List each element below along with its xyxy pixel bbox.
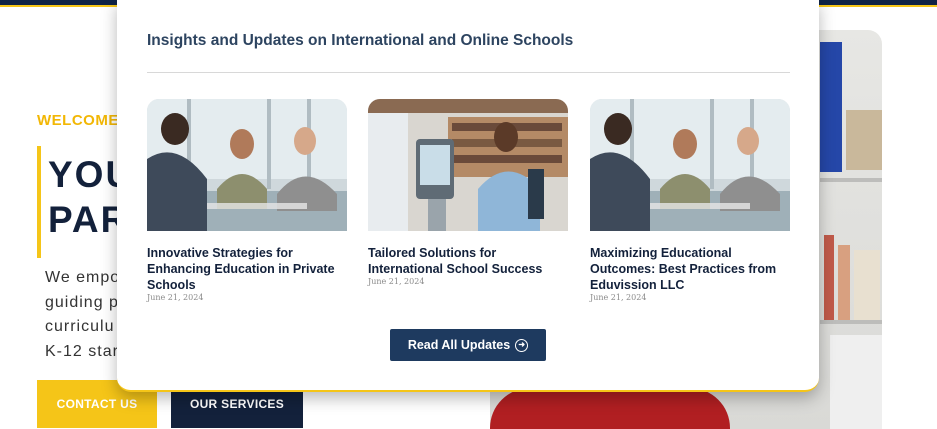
welcome-label: WELCOME <box>37 112 119 129</box>
post-card[interactable]: Maximizing Educational Outcomes: Best Pr… <box>590 99 790 302</box>
arrow-circle-right-icon: ➜ <box>515 338 529 352</box>
post-card[interactable]: Tailored Solutions for International Sch… <box>368 99 568 286</box>
post-date: June 21, 2024 <box>368 277 425 286</box>
post-title[interactable]: Innovative Strategies for Enhancing Educ… <box>147 245 347 293</box>
post-title[interactable]: Tailored Solutions for International Sch… <box>368 245 568 277</box>
post-thumbnail-meeting[interactable] <box>147 99 347 231</box>
post-title[interactable]: Maximizing Educational Outcomes: Best Pr… <box>590 245 790 293</box>
modal-title: Insights and Updates on International an… <box>147 32 574 49</box>
read-all-updates-button[interactable]: Read All Updates ➜ <box>390 329 546 361</box>
post-card[interactable]: Innovative Strategies for Enhancing Educ… <box>147 99 347 302</box>
post-date: June 21, 2024 <box>590 293 647 302</box>
post-thumbnail-kiosk[interactable] <box>368 99 568 231</box>
hero-description: We empo guiding p curriculu K-12 start <box>45 269 125 360</box>
hero-accent-bar <box>37 146 41 258</box>
updates-modal: Insights and Updates on International an… <box>117 0 819 392</box>
post-date: June 21, 2024 <box>147 293 204 302</box>
post-thumbnail-meeting[interactable] <box>590 99 790 231</box>
read-all-label: Read All Updates <box>407 338 511 352</box>
modal-divider <box>147 72 790 73</box>
